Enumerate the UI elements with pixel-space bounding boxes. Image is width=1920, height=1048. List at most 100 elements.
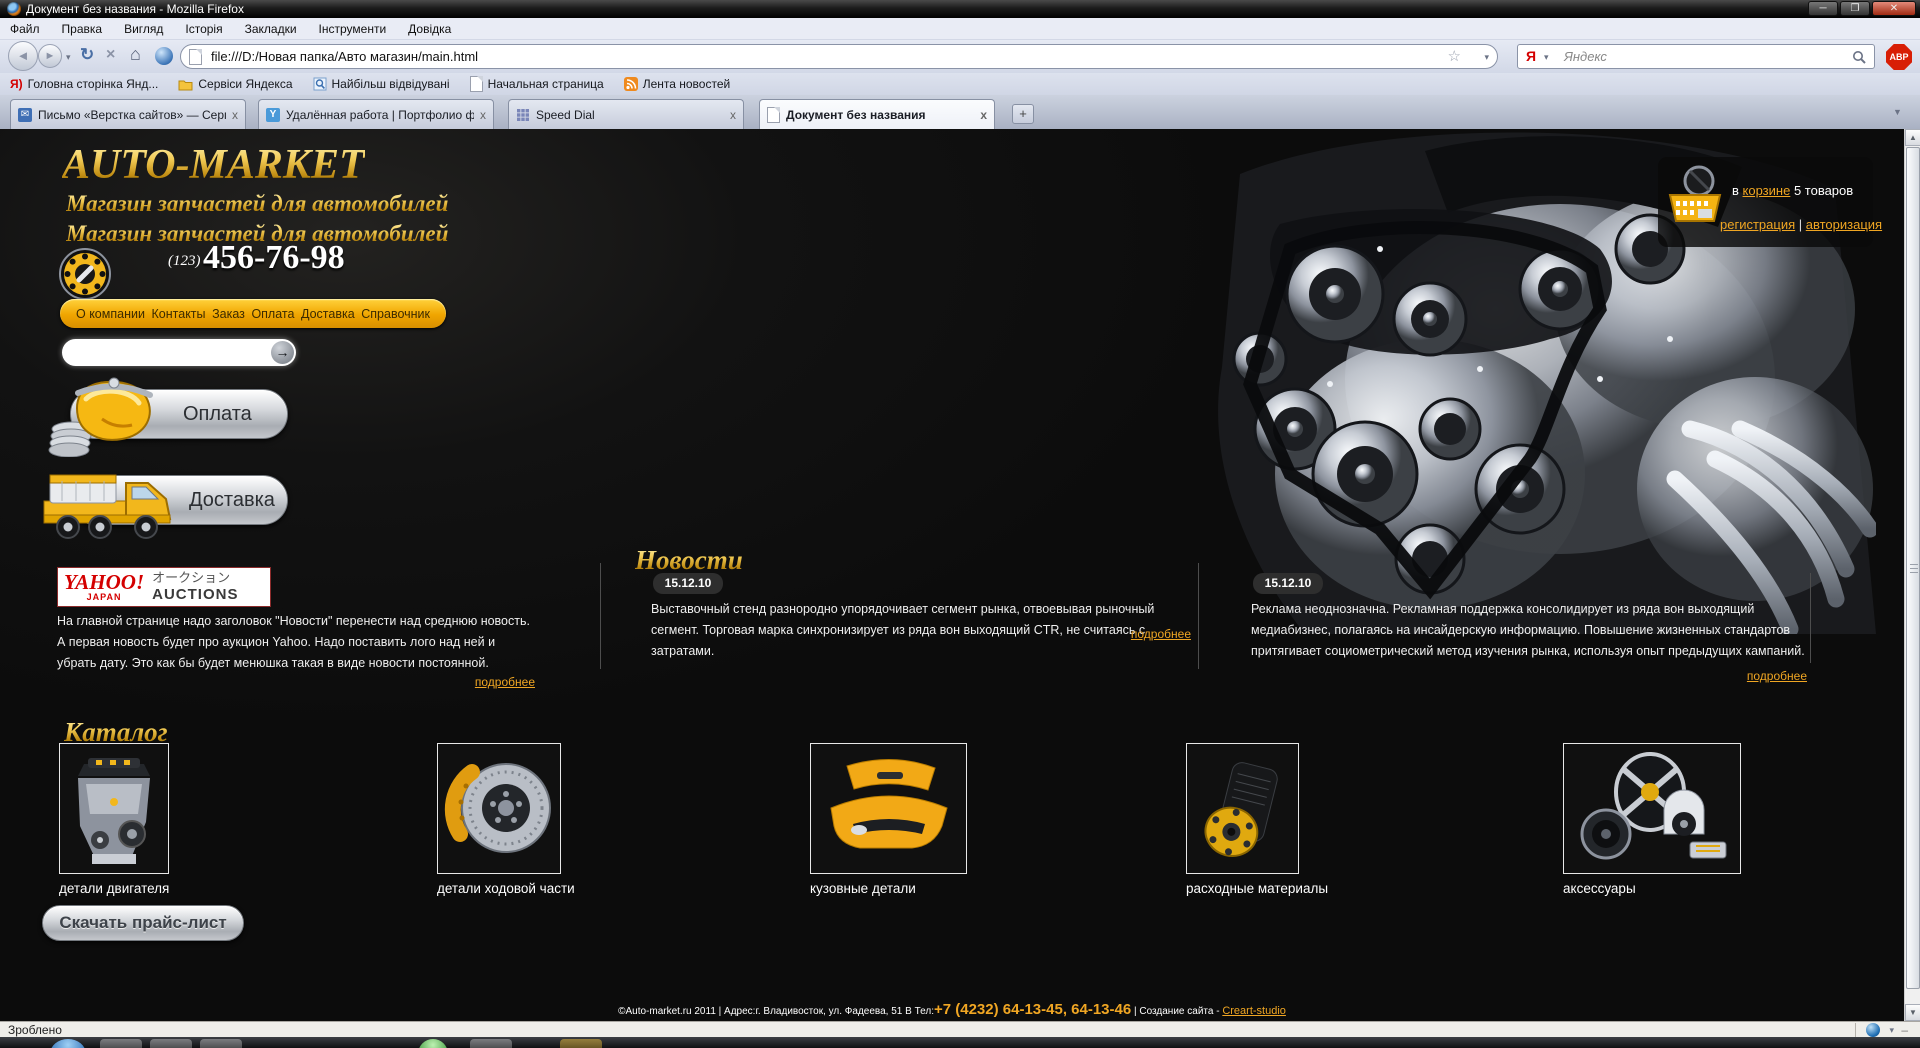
nav-order[interactable]: Заказ	[212, 307, 245, 321]
bookmarks-toolbar: Я)Головна сторінка Янд... Сервіси Яндекс…	[0, 73, 1920, 95]
nav-contacts[interactable]: Контакты	[152, 307, 206, 321]
list-all-tabs-button[interactable]: ▼	[1893, 107, 1902, 117]
bookmark-yandex-services[interactable]: Сервіси Яндекса	[178, 77, 292, 91]
search-placeholder[interactable]: Яндекс	[1564, 49, 1607, 64]
catalog-label[interactable]: кузовные детали	[810, 881, 916, 896]
tab-close-icon[interactable]: x	[730, 108, 736, 122]
catalog-item-body[interactable]	[810, 743, 967, 874]
nav-payment[interactable]: Оплата	[251, 307, 294, 321]
status-separator	[1855, 1023, 1856, 1037]
bookmark-start-page[interactable]: Начальная страница	[470, 76, 604, 92]
menu-history[interactable]: Історія	[185, 22, 222, 36]
catalog-label[interactable]: детали двигателя	[59, 881, 169, 896]
tab-current-document[interactable]: Документ без названияx	[759, 99, 995, 129]
bookmark-yandex-home[interactable]: Я)Головна сторінка Янд...	[10, 77, 158, 91]
catalog-label[interactable]: аксессуары	[1563, 881, 1636, 896]
scroll-down-button[interactable]: ▼	[1905, 1004, 1920, 1021]
basket-icon[interactable]	[1666, 165, 1724, 229]
page-scrollbar[interactable]: ▲ ▼	[1904, 129, 1920, 1021]
forward-button[interactable]: ►	[38, 44, 62, 68]
restore-button[interactable]: ❐	[1840, 1, 1870, 16]
register-link[interactable]: регистрация	[1720, 217, 1795, 232]
start-orb[interactable]	[50, 1039, 86, 1048]
adblock-plus-icon[interactable]: ABP	[1886, 44, 1912, 70]
resize-grip-icon[interactable]: –	[1901, 1023, 1908, 1037]
status-dropdown-icon[interactable]: ▾	[1889, 1025, 1894, 1036]
titlebar: Документ без названия - Mozilla Firefox …	[0, 0, 1920, 18]
catalog-item-consumables[interactable]	[1186, 743, 1299, 874]
tab-freelance[interactable]: Y Удалённая работа | Портфолио ф...x	[258, 99, 494, 129]
catalog-item-accessories[interactable]	[1563, 743, 1741, 874]
globe-button[interactable]	[155, 47, 173, 65]
search-engine-dropdown-icon[interactable]: ▾	[1544, 52, 1549, 63]
scrollbar-thumb[interactable]	[1906, 147, 1920, 989]
menu-tools[interactable]: Інструменти	[319, 22, 387, 36]
tab-close-icon[interactable]: x	[980, 108, 987, 122]
nav-delivery[interactable]: Доставка	[301, 307, 355, 321]
news-item-3-more-link[interactable]: подробнее	[1747, 669, 1807, 683]
search-go-button[interactable]: →	[271, 341, 294, 364]
bookmark-news-feed[interactable]: Лента новостей	[624, 77, 731, 91]
taskbar-icon[interactable]	[470, 1039, 512, 1048]
cart-link[interactable]: корзине	[1743, 183, 1791, 198]
bumper-image	[819, 750, 959, 868]
scroll-up-button[interactable]: ▲	[1905, 129, 1920, 146]
refresh-button[interactable]: ↻	[80, 45, 94, 65]
tab-close-icon[interactable]: x	[480, 108, 486, 122]
catalog-item-engine[interactable]	[59, 743, 169, 874]
truck-icon	[38, 463, 180, 541]
site-search-input[interactable]: →	[62, 339, 296, 366]
tab-close-icon[interactable]: x	[232, 108, 238, 122]
url-bar[interactable]: file:///D:/Новая папка/Авто магазин/main…	[180, 44, 1498, 69]
tab-mail[interactable]: ✉ Письмо «Верстка сайтов» — Серг...x	[10, 99, 246, 129]
catalog-label[interactable]: расходные материалы	[1186, 881, 1328, 896]
close-button[interactable]: ✕	[1872, 1, 1916, 16]
minimize-button[interactable]: ─	[1808, 1, 1838, 16]
menu-view[interactable]: Вигляд	[124, 22, 163, 36]
browser-window: Документ без названия - Mozilla Firefox …	[0, 0, 1920, 1048]
home-button[interactable]: ⌂	[130, 44, 141, 65]
taskbar-icon[interactable]	[100, 1039, 142, 1048]
url-text[interactable]: file:///D:/Новая папка/Авто магазин/main…	[211, 49, 478, 64]
tab-strip: ✉ Письмо «Верстка сайтов» — Серг...x Y У…	[0, 95, 1920, 129]
news-item-1-text: На главной странице надо заголовок "Ново…	[57, 611, 535, 674]
taskbar-icon[interactable]	[200, 1039, 242, 1048]
back-button[interactable]: ◄	[8, 41, 38, 71]
news-divider	[600, 563, 601, 669]
new-tab-button[interactable]: +	[1012, 104, 1034, 124]
nav-reference[interactable]: Справочник	[361, 307, 430, 321]
taskbar-icon[interactable]	[560, 1039, 602, 1048]
news-item-2-more-link[interactable]: подробнее	[1131, 627, 1191, 641]
engine-parts-image	[66, 750, 162, 868]
phone-number: 456-76-98	[203, 239, 345, 277]
history-dropdown-icon[interactable]: ▾	[66, 52, 71, 63]
taskbar-icon[interactable]	[150, 1039, 192, 1048]
menu-file[interactable]: Файл	[10, 22, 40, 36]
yandex-logo-icon: Я	[1526, 48, 1536, 64]
yahoo-logo: YAHOO!	[64, 570, 144, 594]
menu-bookmarks[interactable]: Закладки	[245, 22, 297, 36]
magnifier-icon[interactable]	[1852, 50, 1866, 64]
menu-edit[interactable]: Правка	[62, 22, 103, 36]
catalog-label[interactable]: детали ходовой части	[437, 881, 575, 896]
login-link[interactable]: авторизация	[1806, 217, 1882, 232]
taskbar-icon[interactable]	[418, 1039, 448, 1048]
windows-taskbar[interactable]	[0, 1037, 1920, 1048]
tab-speed-dial[interactable]: Speed Dialx	[508, 99, 744, 129]
catalog-item-chassis[interactable]	[437, 743, 561, 874]
news-divider	[1810, 573, 1811, 663]
news-item-1-more-link[interactable]: подробнее	[475, 675, 535, 689]
download-pricelist-button[interactable]: Скачать прайс-лист	[42, 905, 244, 941]
search-bar[interactable]: Я ▾ Яндекс	[1517, 44, 1875, 69]
menu-help[interactable]: Довідка	[408, 22, 451, 36]
bookmark-star-icon[interactable]: ☆	[1448, 47, 1461, 65]
creart-studio-link[interactable]: Creart-studio	[1222, 1005, 1286, 1017]
plugin-icon[interactable]	[1866, 1023, 1880, 1037]
cart-separator: |	[1799, 217, 1802, 232]
url-dropdown-icon[interactable]: ▾	[1484, 52, 1489, 63]
yahoo-auctions-banner[interactable]: YAHOO! JAPAN オークション AUCTIONS	[57, 567, 271, 607]
bookmark-most-visited[interactable]: Найбільш відвідувані	[313, 77, 450, 91]
cart-text-prefix: в	[1732, 183, 1739, 198]
stop-button[interactable]: ×	[106, 46, 115, 64]
nav-about[interactable]: О компании	[76, 307, 145, 321]
